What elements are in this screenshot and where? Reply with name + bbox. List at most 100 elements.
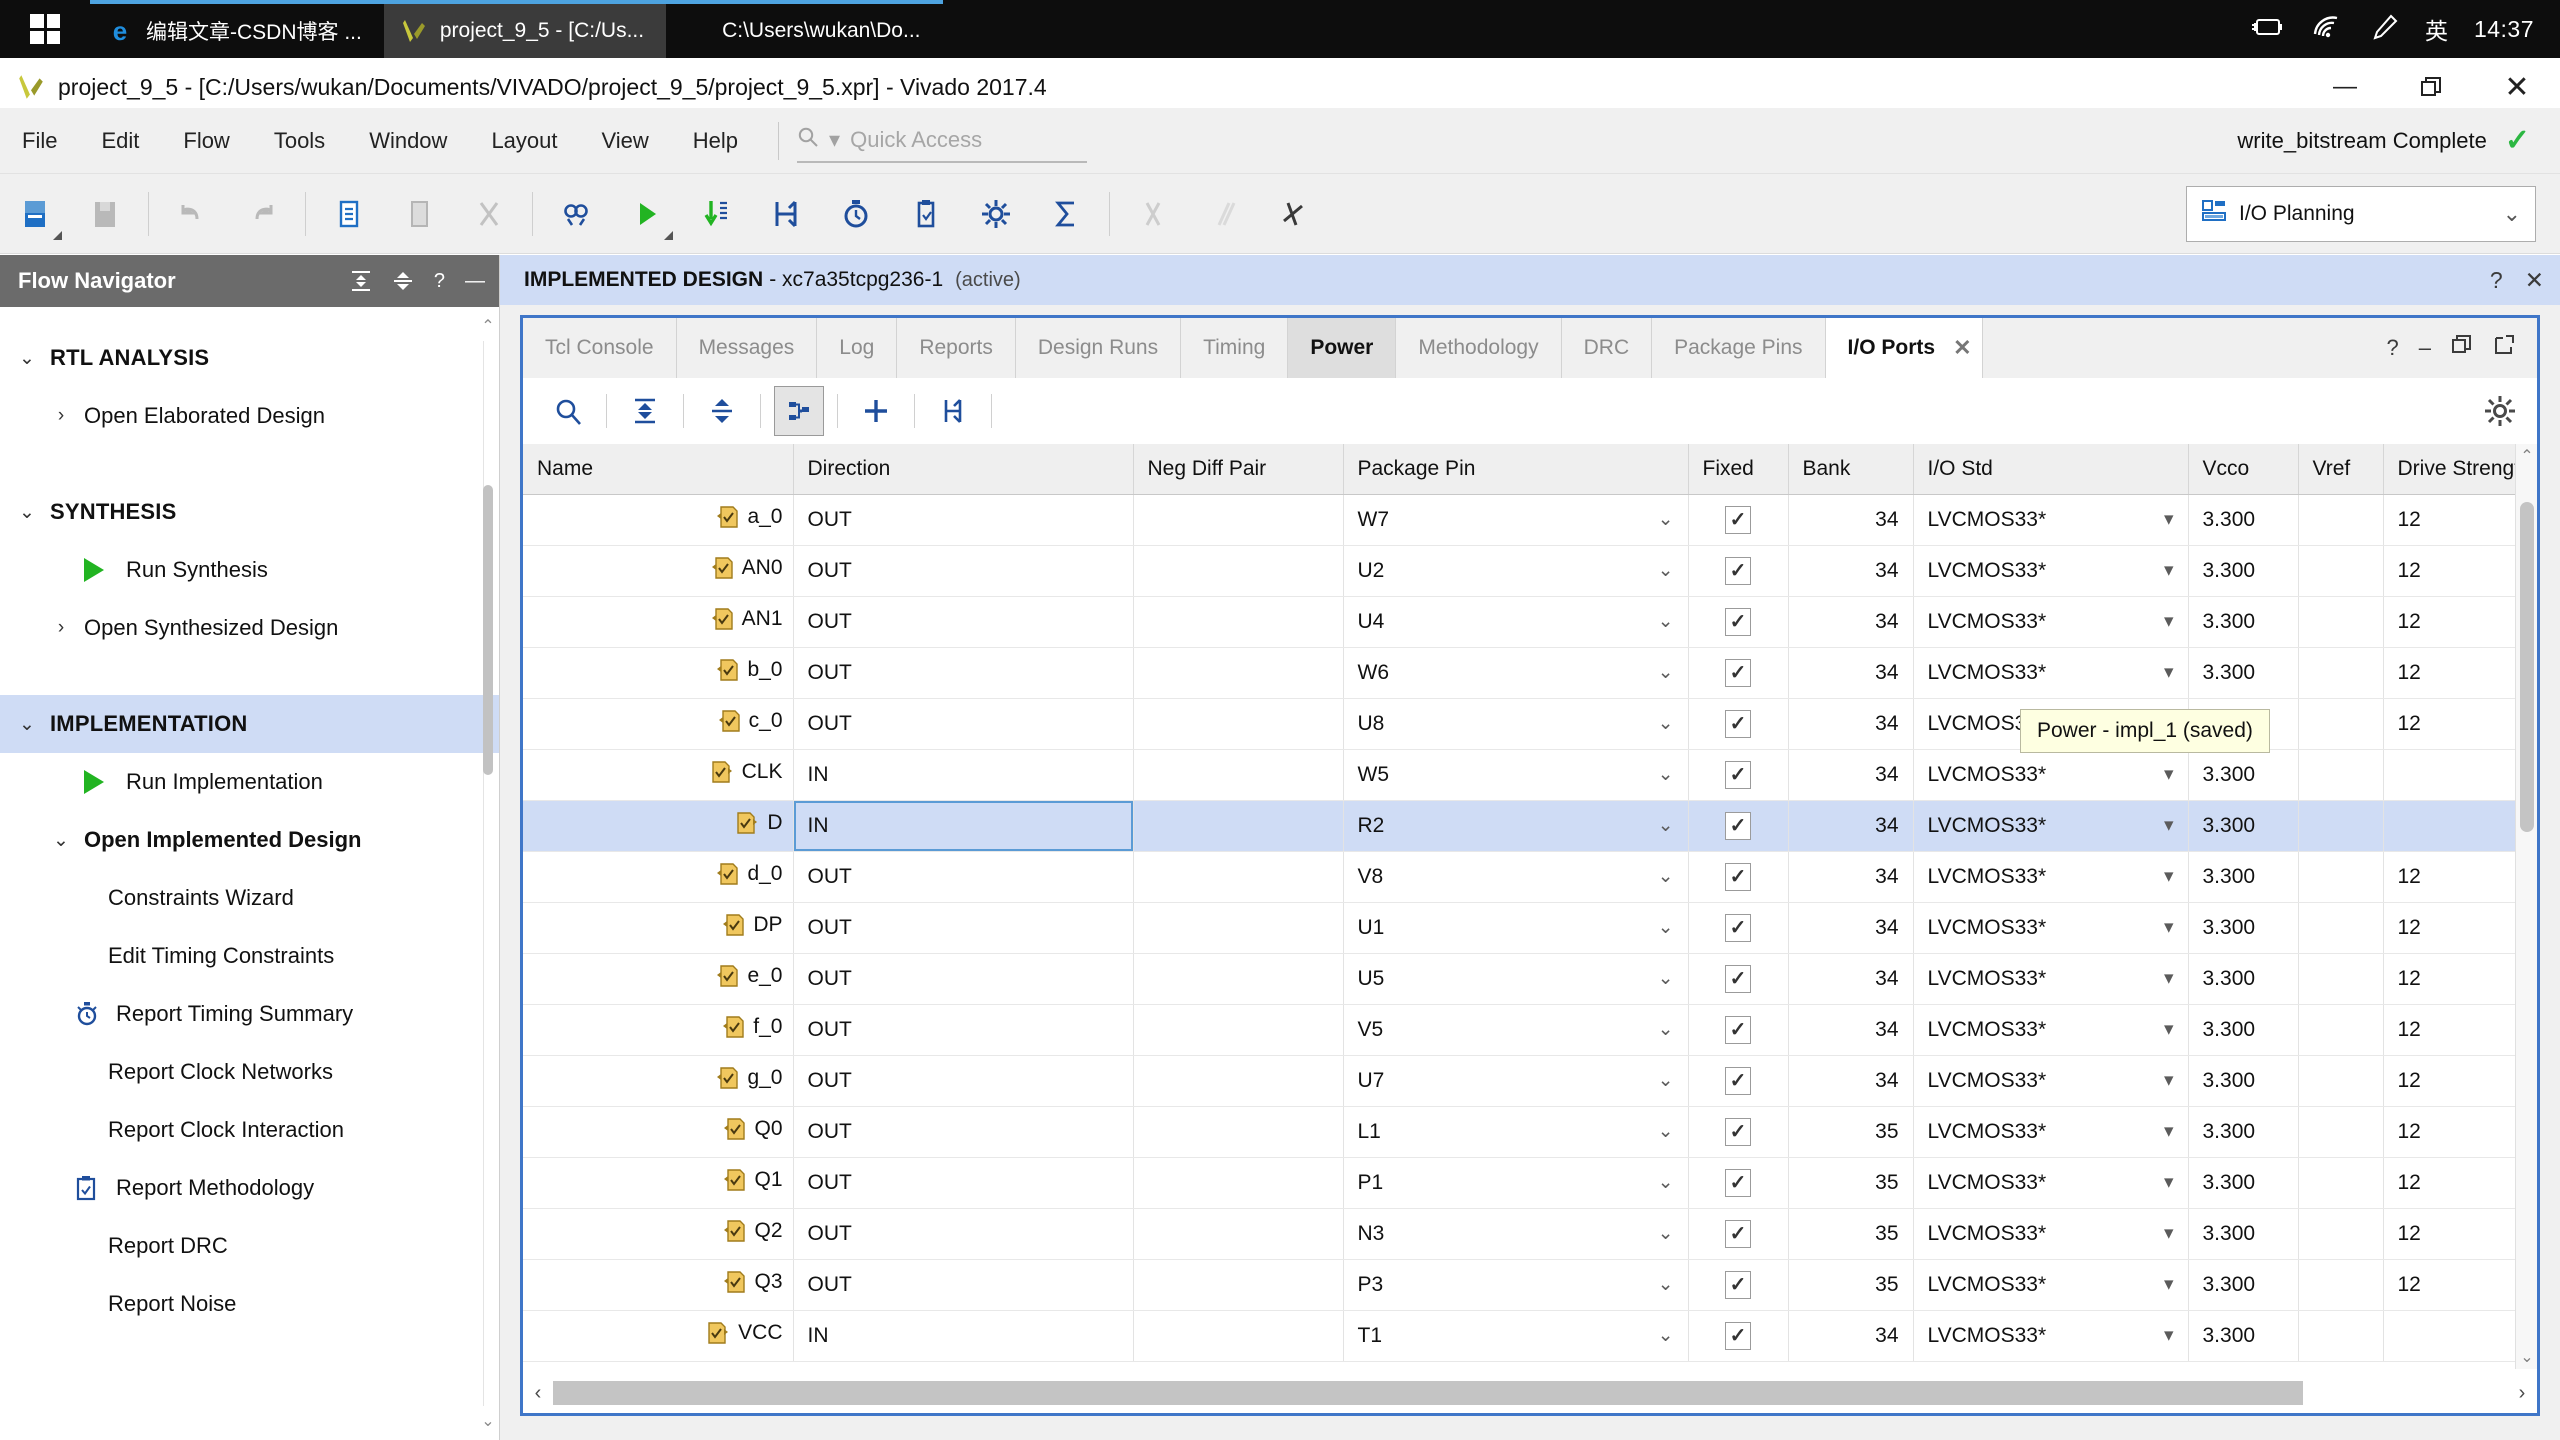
cell-direction[interactable]: OUT <box>793 1004 1134 1056</box>
cell-package-pin[interactable]: W7 ⌄ <box>1343 494 1689 546</box>
tab-messages[interactable]: Messages <box>676 318 818 378</box>
fixed-checkbox[interactable]: ✓ <box>1725 709 1751 738</box>
fixed-checkbox[interactable]: ✓ <box>1725 811 1751 840</box>
cell-bank[interactable]: 34 <box>1788 647 1914 699</box>
cell-bank[interactable]: 34 <box>1788 1055 1914 1107</box>
cell-fixed[interactable]: ✓ <box>1688 749 1789 801</box>
scrollbar-thumb[interactable] <box>483 485 493 775</box>
cell-bank[interactable]: 34 <box>1788 749 1914 801</box>
cell-drive-strength[interactable]: 12⌄ <box>2383 902 2537 954</box>
cell-fixed[interactable]: ✓ <box>1688 1208 1789 1260</box>
help-icon[interactable]: ? <box>434 270 445 293</box>
table-row[interactable]: Q2OUTN3⌄✓35LVCMOS33*▾3.30012⌄SLOW <box>523 1208 2537 1260</box>
wifi-icon[interactable] <box>2311 14 2343 45</box>
cell-bank[interactable]: 34 <box>1788 953 1914 1005</box>
cell-package-pin[interactable]: U5 ⌄ <box>1343 953 1689 1005</box>
cell-io-std[interactable]: LVCMOS33*▾ <box>1913 1157 2189 1209</box>
cell-name[interactable]: Q2 <box>523 1208 794 1260</box>
column-header-package-pin[interactable]: Package Pin <box>1343 444 1689 495</box>
menu-edit[interactable]: Edit <box>79 108 161 174</box>
search-icon[interactable] <box>543 386 593 436</box>
table-row[interactable]: VCC IN T1 ⌄ ✓ 34 LVCMOS33* ▾ 3.300 <box>523 1310 2537 1362</box>
scroll-left-icon[interactable]: ‹ <box>523 1382 553 1405</box>
table-row[interactable]: b_0OUTW6⌄✓34LVCMOS33*▾3.30012⌄SLOW <box>523 647 2537 699</box>
collapse-all-icon[interactable] <box>620 386 670 436</box>
fixed-checkbox[interactable]: ✓ <box>1725 760 1751 789</box>
close-icon[interactable]: ✕ <box>2525 267 2544 294</box>
cell-vcco[interactable]: 3.300 <box>2188 596 2299 648</box>
sidebar-item-open-implemented-design[interactable]: ⌄ Open Implemented Design <box>0 811 499 869</box>
cell-direction[interactable]: OUT <box>793 698 1134 750</box>
scroll-up-icon[interactable]: ⌃ <box>481 315 495 337</box>
cell-direction[interactable]: OUT <box>793 494 1134 546</box>
column-header-direction[interactable]: Direction <box>793 444 1134 495</box>
cell-vcco[interactable]: 3.300 <box>2188 1004 2299 1056</box>
cell-neg-diff-pair[interactable] <box>1133 902 1344 954</box>
cell-io-std[interactable]: LVCMOS33*▾ <box>1913 647 2189 699</box>
cell-name[interactable]: DP <box>523 902 794 954</box>
cell-io-std[interactable]: LVCMOS33*▾ <box>1913 953 2189 1005</box>
cell-neg-diff-pair[interactable] <box>1133 1055 1344 1107</box>
pen-icon[interactable] <box>2369 13 2399 46</box>
cell-bank[interactable]: 35 <box>1788 1259 1914 1311</box>
cell-vcco[interactable]: 3.300 <box>2188 1106 2299 1158</box>
sidebar-item-report-clock-interaction[interactable]: Report Clock Interaction <box>0 1101 499 1159</box>
fixed-checkbox[interactable]: ✓ <box>1725 505 1751 534</box>
cell-neg-diff-pair[interactable] <box>1133 953 1344 1005</box>
sidebar-item-open-elaborated-design[interactable]: › Open Elaborated Design <box>0 387 499 445</box>
cell-io-std[interactable]: LVCMOS33*▾ <box>1913 545 2189 597</box>
cell-fixed[interactable]: ✓ <box>1688 545 1789 597</box>
cell-vcco[interactable]: 3.300 <box>2188 647 2299 699</box>
tab-io-ports[interactable]: I/O Ports ✕ <box>1825 318 1982 378</box>
cell-name[interactable]: Q0 <box>523 1106 794 1158</box>
scroll-right-icon[interactable]: › <box>2507 1382 2537 1405</box>
tab-methodology[interactable]: Methodology <box>1396 318 1562 378</box>
cell-direction[interactable]: IN <box>793 800 1134 852</box>
fixed-checkbox[interactable]: ✓ <box>1725 1066 1751 1095</box>
table-row[interactable]: d_0OUTV8⌄✓34LVCMOS33*▾3.30012⌄SLOW <box>523 851 2537 903</box>
cell-name[interactable]: Q3 <box>523 1259 794 1311</box>
fixed-checkbox[interactable]: ✓ <box>1725 1015 1751 1044</box>
cell-vref[interactable] <box>2298 1208 2384 1260</box>
cell-vref[interactable] <box>2298 1310 2384 1362</box>
tab-design-runs[interactable]: Design Runs <box>1015 318 1182 378</box>
cell-package-pin[interactable]: U7 ⌄ <box>1343 1055 1689 1107</box>
cell-bank[interactable]: 34 <box>1788 902 1914 954</box>
cell-vref[interactable] <box>2298 953 2384 1005</box>
cell-drive-strength[interactable]: 12⌄ <box>2383 1208 2537 1260</box>
cell-direction[interactable]: IN <box>793 749 1134 801</box>
scrollbar-thumb[interactable] <box>553 1381 2303 1405</box>
auto-assign-icon[interactable] <box>774 386 824 436</box>
cell-neg-diff-pair[interactable] <box>1133 1310 1344 1362</box>
cell-io-std[interactable]: LVCMOS33*▾ <box>1913 1259 2189 1311</box>
cell-vcco[interactable]: 3.300 <box>2188 902 2299 954</box>
cell-bank[interactable]: 34 <box>1788 800 1914 852</box>
cell-vref[interactable] <box>2298 902 2384 954</box>
help-icon[interactable]: ? <box>2387 335 2399 361</box>
cell-drive-strength[interactable]: 12⌄ <box>2383 545 2537 597</box>
cell-drive-strength[interactable]: 12⌄ <box>2383 1106 2537 1158</box>
sidebar-item-run-implementation[interactable]: Run Implementation <box>0 753 499 811</box>
table-row[interactable]: f_0OUTV5⌄✓34LVCMOS33*▾3.30012⌄SLOW <box>523 1004 2537 1056</box>
cell-neg-diff-pair[interactable] <box>1133 1106 1344 1158</box>
tab-power[interactable]: Power <box>1288 318 1397 378</box>
taskbar-item-explorer[interactable]: C:\Users\wukan\Do... <box>666 0 943 58</box>
cell-direction[interactable]: OUT <box>793 1259 1134 1311</box>
expand-all-icon[interactable] <box>697 386 747 436</box>
cell-drive-strength[interactable] <box>2383 749 2537 801</box>
cell-package-pin[interactable]: T1 ⌄ <box>1343 1310 1689 1362</box>
cell-fixed[interactable]: ✓ <box>1688 851 1789 903</box>
cell-neg-diff-pair[interactable] <box>1133 1004 1344 1056</box>
cell-io-std[interactable]: LVCMOS33*▾ <box>1913 1310 2189 1362</box>
cell-vcco[interactable]: 3.300 <box>2188 545 2299 597</box>
cell-vcco[interactable]: 3.300 <box>2188 494 2299 546</box>
sidebar-item-run-synthesis[interactable]: Run Synthesis <box>0 541 499 599</box>
table-horizontal-scrollbar[interactable]: ‹ › <box>523 1373 2537 1413</box>
menu-layout[interactable]: Layout <box>469 108 579 174</box>
cell-vcco[interactable]: 3.300 <box>2188 1259 2299 1311</box>
column-header-vref[interactable]: Vref <box>2298 444 2384 495</box>
fixed-checkbox[interactable]: ✓ <box>1725 1219 1751 1248</box>
cell-drive-strength[interactable]: 12⌄ <box>2383 1055 2537 1107</box>
tab-reports[interactable]: Reports <box>897 318 1016 378</box>
column-header-io-std[interactable]: I/O Std <box>1913 444 2189 495</box>
